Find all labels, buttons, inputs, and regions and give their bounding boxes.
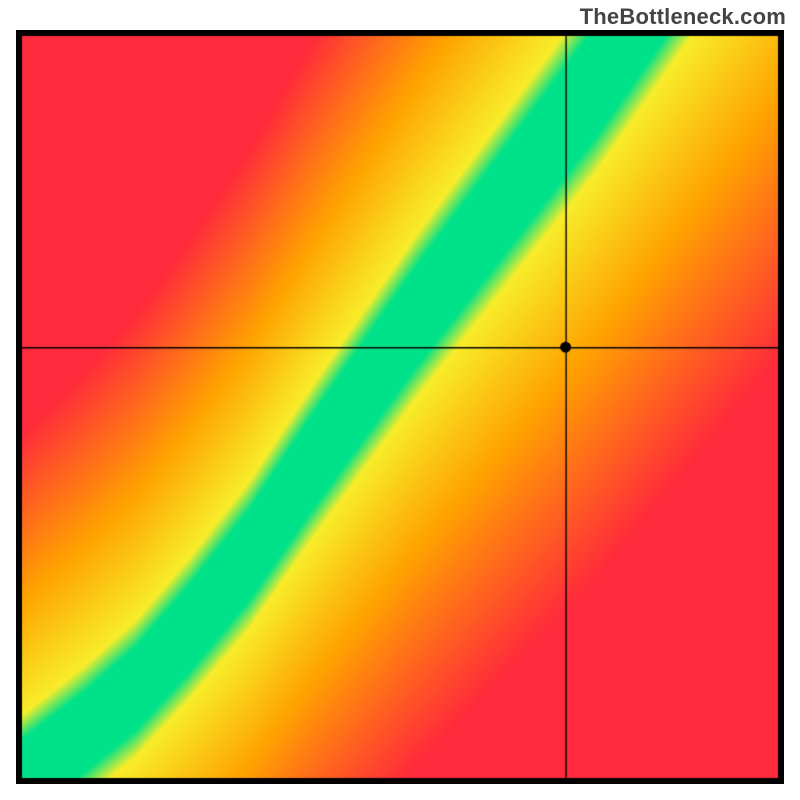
crosshair-overlay xyxy=(16,30,784,784)
watermark-text: TheBottleneck.com xyxy=(580,4,786,30)
chart-container: TheBottleneck.com xyxy=(0,0,800,800)
plot-frame xyxy=(16,30,784,784)
